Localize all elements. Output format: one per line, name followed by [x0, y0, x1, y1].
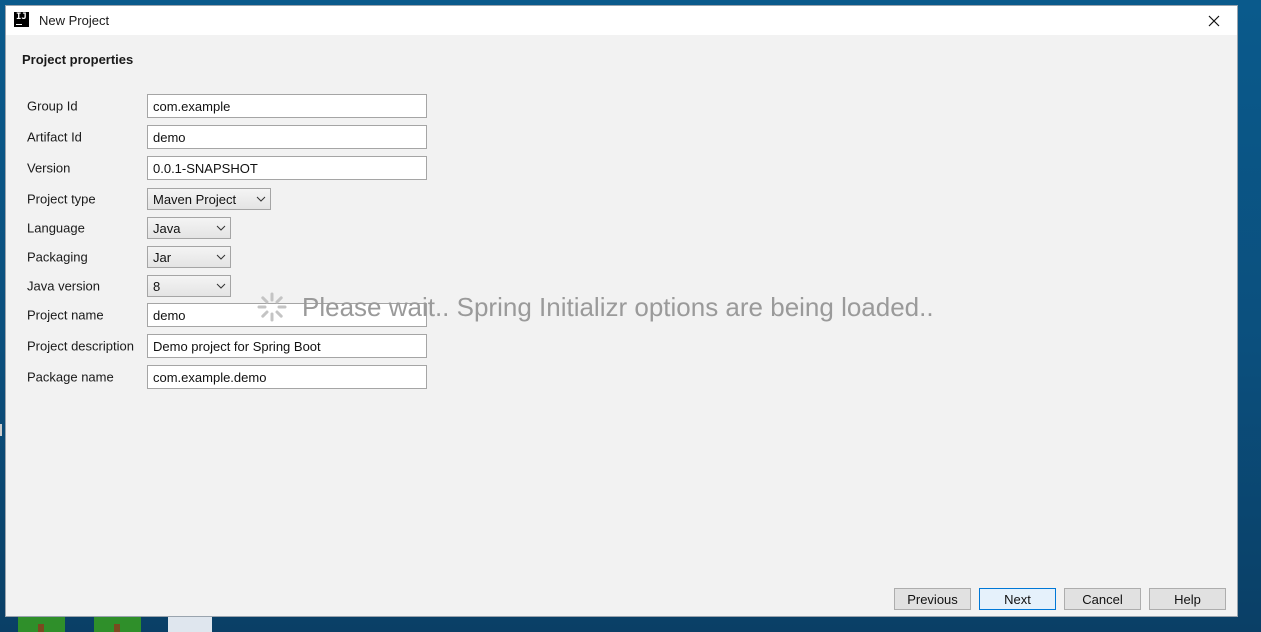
form-row-group-id: Group Id — [26, 94, 446, 118]
app-icon-text: IJ — [16, 12, 27, 22]
artifact-id-field[interactable] — [147, 125, 427, 149]
version-field[interactable] — [147, 156, 427, 180]
cancel-button[interactable]: Cancel — [1064, 588, 1141, 610]
package-name-field[interactable] — [147, 365, 427, 389]
form-row-packaging: Packaging Jar — [26, 246, 446, 268]
project-type-label: Project type — [27, 191, 96, 207]
chevron-down-icon — [216, 283, 226, 289]
desktop-edge — [0, 424, 2, 436]
form-row-project-description: Project description — [26, 334, 446, 358]
project-type-value: Maven Project — [153, 192, 237, 207]
chevron-down-icon — [216, 225, 226, 231]
group-id-field[interactable] — [147, 94, 427, 118]
form-row-package-name: Package name — [26, 365, 446, 389]
close-button[interactable] — [1191, 6, 1237, 35]
close-icon — [1208, 15, 1220, 26]
desktop-icon-detail — [114, 624, 120, 632]
desktop-icon-detail — [38, 624, 44, 632]
app-icon-underline — [16, 24, 22, 25]
form-row-version: Version — [26, 156, 446, 180]
loading-message: Please wait.. Spring Initializr options … — [302, 291, 934, 322]
form-row-project-type: Project type Maven Project — [26, 188, 446, 210]
language-value: Java — [153, 221, 181, 236]
packaging-dropdown[interactable]: Jar — [147, 246, 231, 268]
packaging-value: Jar — [153, 250, 172, 265]
package-name-label: Package name — [27, 369, 114, 385]
new-project-dialog: IJ New Project Project properties Group … — [5, 5, 1238, 617]
group-id-label: Group Id — [27, 98, 78, 114]
language-dropdown[interactable]: Java — [147, 217, 231, 239]
next-button[interactable]: Next — [979, 588, 1056, 610]
loading-indicator: Please wait.. Spring Initializr options … — [256, 291, 934, 323]
project-name-label: Project name — [27, 307, 104, 323]
project-type-dropdown[interactable]: Maven Project — [147, 188, 271, 210]
form-row-artifact-id: Artifact Id — [26, 125, 446, 149]
project-description-field[interactable] — [147, 334, 427, 358]
version-label: Version — [27, 160, 71, 176]
chevron-down-icon — [216, 254, 226, 260]
java-version-label: Java version — [27, 278, 100, 294]
chevron-down-icon — [256, 196, 266, 202]
form-row-language: Language Java — [26, 217, 446, 239]
intellij-icon: IJ — [14, 12, 29, 27]
previous-button[interactable]: Previous — [894, 588, 971, 610]
java-version-value: 8 — [153, 279, 161, 294]
title-bar[interactable]: IJ New Project — [6, 6, 1237, 35]
java-version-dropdown[interactable]: 8 — [147, 275, 231, 297]
language-label: Language — [27, 220, 85, 236]
artifact-id-label: Artifact Id — [27, 129, 82, 145]
help-button[interactable]: Help — [1149, 588, 1226, 610]
packaging-label: Packaging — [27, 249, 88, 265]
spinner-icon — [257, 292, 287, 322]
project-description-label: Project description — [27, 338, 134, 354]
window-title: New Project — [39, 13, 110, 28]
section-title: Project properties — [22, 52, 134, 67]
